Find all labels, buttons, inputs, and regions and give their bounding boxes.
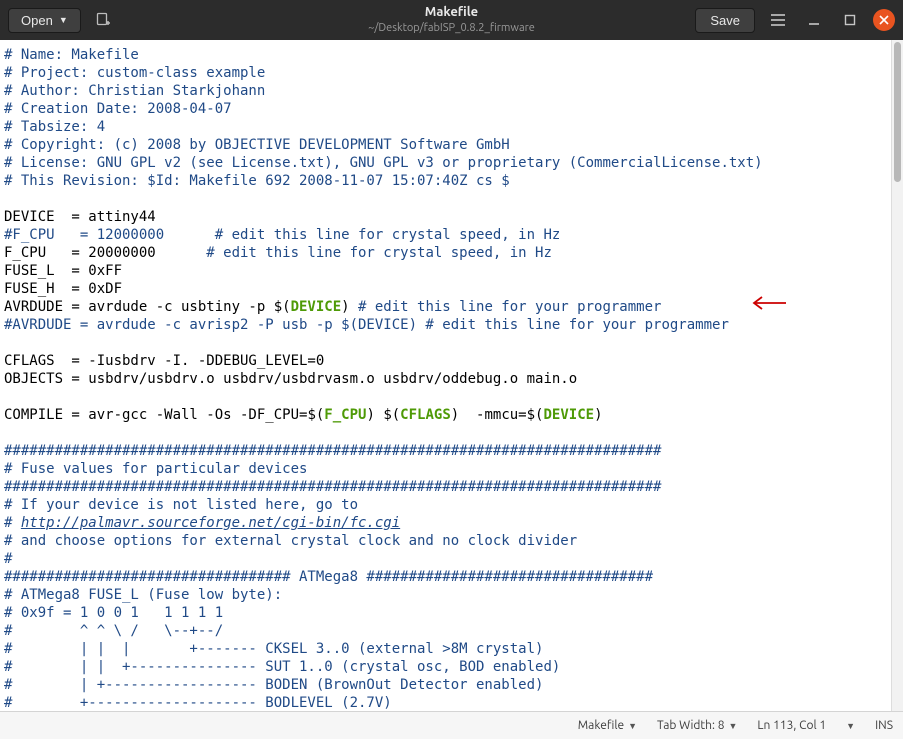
caret-down-icon: ▼ [846, 721, 855, 731]
code-line: ########################################… [4, 479, 661, 495]
titlebar: Open ▼ Makefile ~/Desktop/fabISP_0.8.2_f… [0, 0, 903, 40]
code-line: # | +------------------ BODEN (BrownOut … [4, 677, 543, 693]
code-line: # License: GNU GPL v2 (see License.txt),… [4, 155, 763, 171]
code-line: #F_CPU = 12000000 [4, 227, 164, 243]
code-line: # Creation Date: 2008-04-07 [4, 101, 232, 117]
close-icon [879, 15, 889, 25]
language-label: Makefile [578, 719, 624, 732]
language-selector[interactable]: Makefile ▼ [578, 719, 637, 732]
code-line: #AVRDUDE = avrdude -c avrisp2 -P usb -p … [4, 317, 729, 333]
hamburger-icon [770, 13, 786, 27]
code-line: # ^ ^ \ / \--+--/ [4, 623, 223, 639]
code-line: F_CPU [324, 407, 366, 423]
code-line: ) [451, 407, 468, 423]
code-line: FUSE_H = 0xDF [4, 281, 122, 297]
code-line: # 0x9f = 1 0 0 1 1 1 1 1 [4, 605, 223, 621]
code-line: # edit this line for crystal speed, in H… [164, 227, 560, 243]
tab-width-label: Tab Width: 8 [657, 719, 724, 732]
code-line: # | | | +------- CKSEL 3..0 (external >8… [4, 641, 543, 657]
open-button[interactable]: Open ▼ [8, 8, 81, 33]
cursor-position-label: Ln 113, Col 1 [757, 719, 826, 732]
scrollbar-thumb[interactable] [894, 42, 901, 182]
hamburger-menu-button[interactable] [765, 7, 791, 33]
open-button-label: Open [21, 13, 53, 28]
code-line: COMPILE = avr-gcc -Wall -Os -DF_CPU= [4, 407, 307, 423]
code-line: AVRDUDE = avrdude -c usbtiny -p [4, 299, 274, 315]
code-line: ########################################… [4, 443, 661, 459]
code-line: ################################## ATMeg… [4, 569, 653, 585]
caret-down-icon: ▼ [59, 15, 68, 25]
code-line: # [4, 551, 12, 567]
code-line: http://palmavr.sourceforge.net/cgi-bin/f… [21, 515, 400, 531]
minimize-window-button[interactable] [801, 7, 827, 33]
code-line: FUSE_L = 0xFF [4, 263, 122, 279]
close-window-button[interactable] [873, 9, 895, 31]
insert-mode[interactable]: INS [875, 719, 893, 732]
code-line: ) [341, 299, 358, 315]
maximize-window-button[interactable] [837, 7, 863, 33]
document-title: Makefile [368, 4, 535, 21]
document-path: ~/Desktop/fabISP_0.8.2_firmware [368, 21, 535, 35]
caret-down-icon: ▼ [728, 721, 737, 731]
code-line: # edit this line for your programmer [358, 299, 661, 315]
code-line: # and choose options for external crysta… [4, 533, 577, 549]
code-line: CFLAGS = -Iusbdrv -I. -DDEBUG_LEVEL=0 [4, 353, 324, 369]
cursor-position[interactable]: Ln 113, Col 1 [757, 719, 826, 732]
new-document-icon [95, 12, 111, 28]
code-line: $( [383, 407, 400, 423]
save-button[interactable]: Save [695, 8, 755, 33]
vertical-scrollbar[interactable] [891, 40, 903, 711]
code-line: # This Revision: $Id: Makefile 692 2008-… [4, 173, 510, 189]
code-line: $( [527, 407, 544, 423]
code-line: # Project: custom-class example [4, 65, 265, 81]
code-line: # Fuse values for particular devices [4, 461, 307, 477]
code-line: CFLAGS [400, 407, 451, 423]
statusbar: Makefile ▼ Tab Width: 8 ▼ Ln 113, Col 1 … [0, 711, 903, 739]
code-line: # Author: Christian Starkjohann [4, 83, 265, 99]
insert-mode-label: INS [875, 719, 893, 732]
caret-down-icon: ▼ [628, 721, 637, 731]
title-area: Makefile ~/Desktop/fabISP_0.8.2_firmware [368, 4, 535, 35]
code-line: ) [366, 407, 383, 423]
code-line: OBJECTS = usbdrv/usbdrv.o usbdrv/usbdrva… [4, 371, 577, 387]
code-line: # ATMega8 FUSE_L (Fuse low byte): [4, 587, 282, 603]
maximize-icon [843, 13, 857, 27]
code-line: # +-------------------- BODLEVEL (2.7V) [4, 695, 392, 711]
new-tab-button[interactable] [89, 6, 117, 34]
minimize-icon [807, 13, 821, 27]
code-line: ) [594, 407, 602, 423]
tab-width-selector[interactable]: Tab Width: 8 ▼ [657, 719, 737, 732]
code-line: # Tabsize: 4 [4, 119, 105, 135]
code-line: DEVICE = attiny44 [4, 209, 156, 225]
editor-area[interactable]: # Name: Makefile # Project: custom-class… [0, 40, 891, 711]
code-line: F_CPU = 20000000 [4, 245, 156, 261]
code-line: DEVICE [291, 299, 342, 315]
code-line: # [4, 515, 21, 531]
code-line: $( [307, 407, 324, 423]
code-line: # Name: Makefile [4, 47, 139, 63]
code-line: # Copyright: (c) 2008 by OBJECTIVE DEVEL… [4, 137, 510, 153]
code-line: # edit this line for crystal speed, in H… [156, 245, 552, 261]
code-line: -mmcu= [468, 407, 527, 423]
code-line: # | | +--------------- SUT 1..0 (crystal… [4, 659, 560, 675]
code-line: $( [274, 299, 291, 315]
code-line: # If your device is not listed here, go … [4, 497, 358, 513]
code-line: DEVICE [543, 407, 594, 423]
